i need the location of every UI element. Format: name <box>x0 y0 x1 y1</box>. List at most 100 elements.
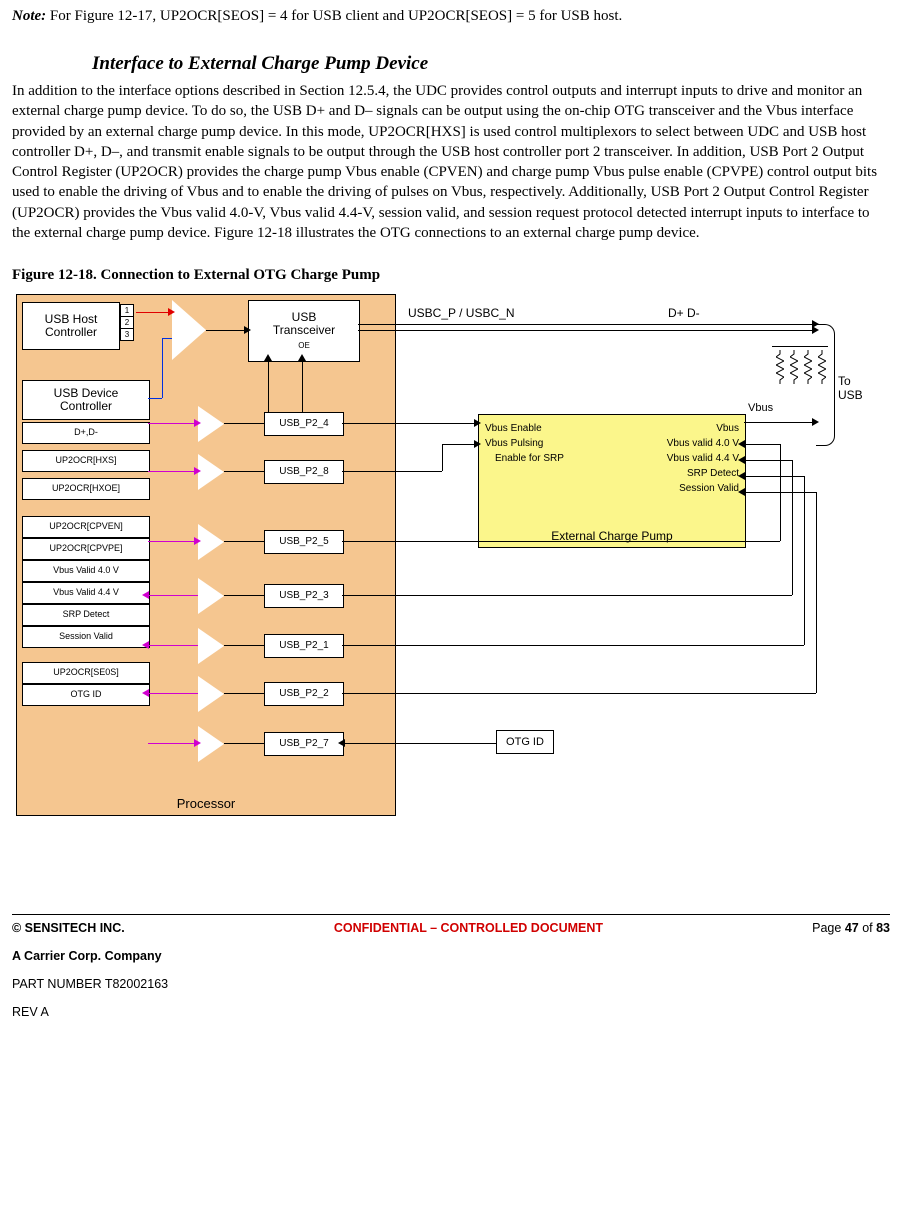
note-label: Note: <box>12 8 46 24</box>
arrowhead-icon <box>738 488 745 496</box>
footer-company: A Carrier Corp. Company <box>12 949 890 963</box>
wire <box>148 541 198 542</box>
footer-page-mid: of <box>859 921 876 935</box>
port-usb-p2-2: USB_P2_2 <box>264 682 344 706</box>
reg-otgid: OTG ID <box>22 684 150 706</box>
arrowhead-icon <box>194 467 201 475</box>
cp-vbus44: Vbus valid 4.4 V <box>667 451 739 466</box>
cp-left-labels: Vbus Enable Vbus Pulsing Enable for SRP <box>485 421 564 466</box>
host-port-3: 3 <box>120 328 134 341</box>
wire <box>148 398 162 399</box>
arrowhead-icon <box>142 641 149 649</box>
usb-device-controller: USB Device Controller <box>22 380 150 420</box>
wire <box>342 743 496 744</box>
footer-page-current: 47 <box>845 921 859 935</box>
wire <box>206 330 248 331</box>
reg-session: Session Valid <box>22 626 150 648</box>
wire <box>744 460 792 461</box>
footer-copyright: © SENSITECH INC. <box>12 921 125 935</box>
processor-label: Processor <box>17 796 395 811</box>
wire <box>358 324 812 325</box>
wire <box>744 492 816 493</box>
mux-icon <box>198 676 224 712</box>
wire <box>224 423 264 424</box>
otgid-box: OTG ID <box>496 730 554 754</box>
footer-rule <box>12 914 890 915</box>
port-usb-p2-3: USB_P2_3 <box>264 584 344 608</box>
to-usb-label: To USB <box>838 374 872 402</box>
figure-diagram: Processor USB Host Controller 1 2 3 USB … <box>12 294 890 824</box>
arrowhead-icon <box>142 689 149 697</box>
wire <box>224 471 264 472</box>
arrowhead-icon <box>194 419 201 427</box>
wire <box>342 541 780 542</box>
port-usb-p2-1: USB_P2_1 <box>264 634 344 658</box>
note-text: For Figure 12-17, UP2OCR[SEOS] = 4 for U… <box>50 8 622 24</box>
usb-transceiver-oe: OE <box>298 342 310 350</box>
section-heading: Interface to External Charge Pump Device <box>92 53 890 75</box>
external-charge-pump: Vbus Enable Vbus Pulsing Enable for SRP … <box>478 414 746 548</box>
wire <box>162 338 172 339</box>
arrowhead-icon <box>194 537 201 545</box>
body-paragraph: In addition to the interface options des… <box>12 81 890 243</box>
arrowhead-icon <box>738 472 745 480</box>
reg-dpdm: D+,D- <box>22 422 150 444</box>
wire <box>442 444 443 471</box>
wire <box>804 476 805 645</box>
reg-srp: SRP Detect <box>22 604 150 626</box>
footer-page-total: 83 <box>876 921 890 935</box>
mux-icon <box>198 578 224 614</box>
reg-cpven: UP2OCR[CPVEN] <box>22 516 150 538</box>
cp-vbus-enable: Vbus Enable <box>485 421 564 436</box>
note-line: Note: For Figure 12-17, UP2OCR[SEOS] = 4… <box>12 8 890 25</box>
reg-hxs: UP2OCR[HXS] <box>22 450 150 472</box>
brace-icon <box>816 324 835 446</box>
wire <box>268 360 269 412</box>
arrowhead-icon <box>474 419 481 427</box>
wire <box>224 645 264 646</box>
wire <box>342 645 804 646</box>
reg-cpvpe: UP2OCR[CPVPE] <box>22 538 150 560</box>
arrowhead-icon <box>194 739 201 747</box>
vbus-label: Vbus <box>748 402 773 414</box>
resistor-icon <box>804 350 812 384</box>
wire <box>224 693 264 694</box>
resistor-icon <box>776 350 784 384</box>
wire <box>302 360 303 412</box>
wire <box>342 471 442 472</box>
wire <box>148 693 198 694</box>
mux-icon <box>198 726 224 762</box>
footer-row: © SENSITECH INC. CONFIDENTIAL – CONTROLL… <box>12 921 890 935</box>
figure-caption: Figure 12-18. Connection to External OTG… <box>12 267 890 284</box>
wire <box>148 645 198 646</box>
wire <box>744 444 780 445</box>
wire <box>148 423 198 424</box>
footer-confidential: CONFIDENTIAL – CONTROLLED DOCUMENT <box>334 921 603 935</box>
wire <box>342 423 478 424</box>
port-usb-p2-5: USB_P2_5 <box>264 530 344 554</box>
host-port-stack: 1 2 3 <box>120 304 134 340</box>
wire <box>744 422 814 423</box>
footer-part-number: PART NUMBER T82002163 <box>12 977 890 991</box>
wire <box>342 595 792 596</box>
arrowhead-icon <box>474 440 481 448</box>
mux-icon <box>198 524 224 560</box>
dpdm-label: D+ D- <box>668 306 700 320</box>
usb-transceiver: USB Transceiver OE <box>248 300 360 362</box>
cp-vbus40: Vbus valid 4.0 V <box>667 436 739 451</box>
usbc-label: USBC_P / USBC_N <box>408 306 514 320</box>
reg-vbus44: Vbus Valid 4.4 V <box>22 582 150 604</box>
usb-transceiver-label: USB Transceiver <box>273 311 335 336</box>
wire <box>224 595 264 596</box>
cp-vbus-pulsing: Vbus Pulsing <box>485 436 564 451</box>
arrowhead-icon <box>338 739 345 747</box>
port-usb-p2-8: USB_P2_8 <box>264 460 344 484</box>
arrowhead-icon <box>298 354 306 361</box>
arrowhead-icon <box>142 591 149 599</box>
wire <box>162 338 163 398</box>
cp-right-labels: Vbus Vbus valid 4.0 V Vbus valid 4.4 V S… <box>667 421 739 496</box>
wire <box>148 743 198 744</box>
cp-session: Session Valid <box>667 481 739 496</box>
arrowhead-icon <box>738 456 745 464</box>
port-usb-p2-4: USB_P2_4 <box>264 412 344 436</box>
